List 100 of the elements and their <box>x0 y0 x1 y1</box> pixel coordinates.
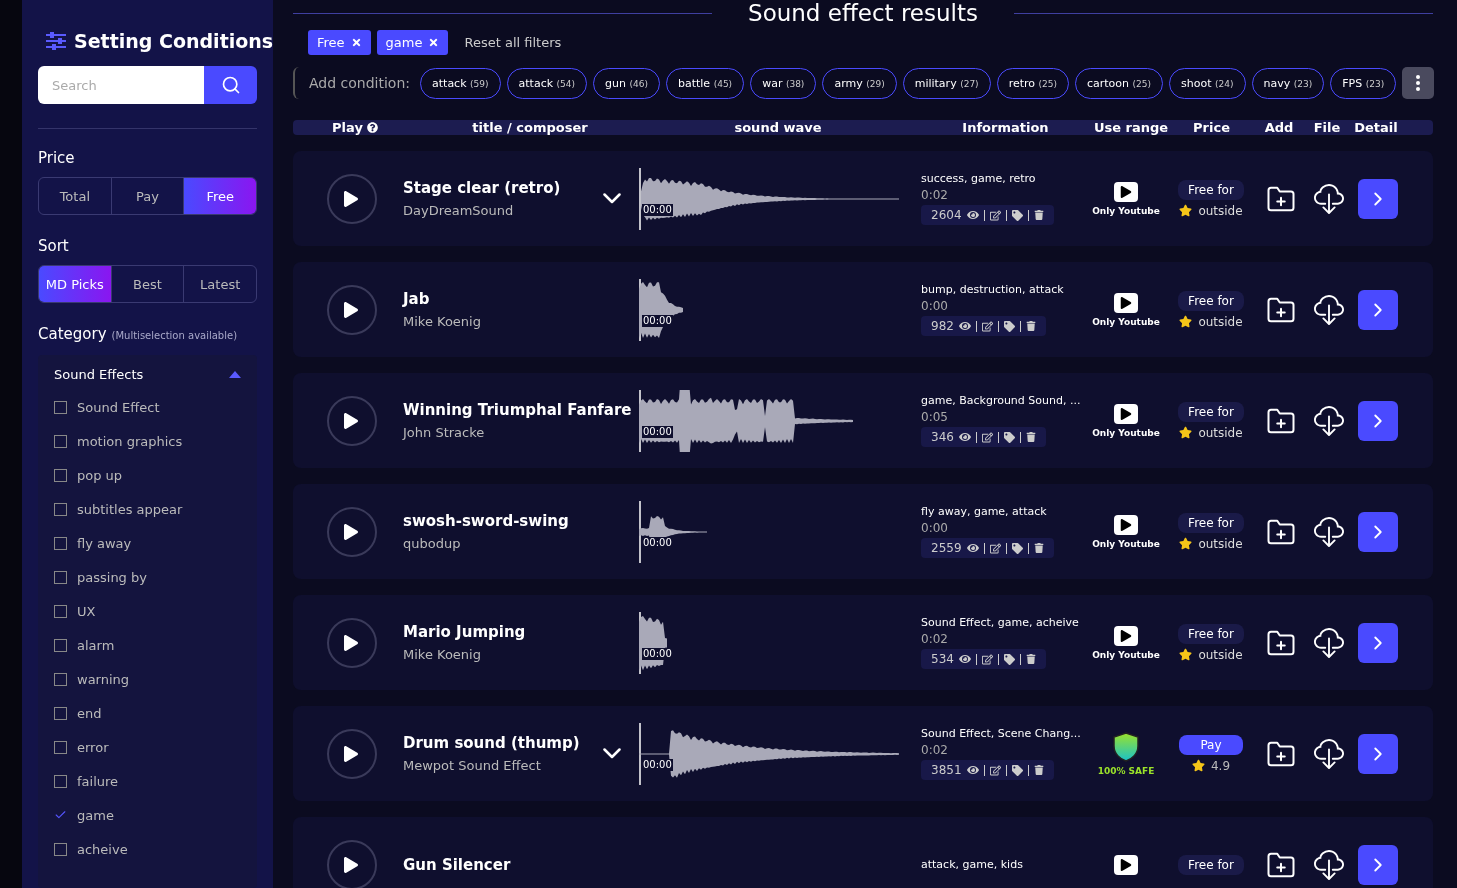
star-icon <box>1179 426 1193 439</box>
checkbox[interactable] <box>54 434 67 448</box>
play-icon <box>343 856 359 873</box>
tag-list: game, Background Sound, ... <box>921 394 1081 407</box>
play-icon <box>343 412 359 429</box>
detail-button[interactable] <box>1358 844 1398 885</box>
trash-icon[interactable] <box>1025 321 1036 331</box>
play-badge-icon <box>1114 292 1138 313</box>
price-tag: Free for <box>1178 401 1244 422</box>
tag-icon[interactable] <box>1011 764 1023 776</box>
edit-icon[interactable] <box>981 320 993 332</box>
tag-icon[interactable] <box>1003 653 1015 665</box>
checkbox[interactable] <box>54 638 67 652</box>
detail-button[interactable] <box>1358 511 1398 552</box>
close-icon[interactable] <box>428 37 440 48</box>
edit-icon[interactable] <box>989 209 1001 221</box>
edit-icon[interactable] <box>981 653 993 665</box>
view-count: 534 <box>931 652 954 666</box>
sound-title[interactable]: Jab <box>403 290 430 308</box>
edit-icon[interactable] <box>981 431 993 443</box>
checkbox[interactable] <box>54 774 67 788</box>
play-badge-icon <box>1114 625 1138 646</box>
play-badge-icon <box>1114 514 1138 535</box>
segment-button[interactable]: MD Picks <box>39 266 111 302</box>
checkbox[interactable] <box>54 468 67 482</box>
checkbox[interactable] <box>54 502 67 516</box>
use-range-label: Only Youtube <box>1092 316 1160 327</box>
category-label: Category <box>38 325 107 343</box>
category-group-header[interactable]: Sound Effects <box>54 363 241 390</box>
category-item: UX <box>77 603 96 619</box>
sound-title[interactable]: swosh-sword-swing <box>403 512 569 530</box>
condition-tag[interactable]: shoot (24) <box>1169 67 1246 99</box>
play-button[interactable] <box>327 506 377 557</box>
checkbox[interactable] <box>54 400 67 414</box>
cloud-download-icon <box>1314 627 1344 658</box>
checkbox[interactable] <box>54 706 67 720</box>
category-item: motion graphics <box>77 433 183 449</box>
duration: 0:00 <box>921 521 948 535</box>
play-button[interactable] <box>327 728 377 779</box>
trash-icon[interactable] <box>1033 210 1044 220</box>
composer-name: qubodup <box>403 536 462 551</box>
edit-icon[interactable] <box>989 764 1001 776</box>
detail-button[interactable] <box>1358 178 1398 219</box>
price-note: outside <box>1198 647 1243 662</box>
help-icon[interactable] <box>366 122 378 133</box>
chevron-down-button[interactable] <box>603 748 621 759</box>
play-button[interactable] <box>327 395 377 446</box>
play-button[interactable] <box>327 839 377 888</box>
play-button[interactable] <box>327 284 377 335</box>
cloud-download-icon <box>1314 849 1344 880</box>
checkbox[interactable] <box>54 570 67 584</box>
filter-chip[interactable]: Free <box>308 30 371 55</box>
checkbox[interactable] <box>54 842 67 856</box>
checkbox[interactable] <box>54 740 67 754</box>
play-button[interactable] <box>327 617 377 668</box>
segment-button[interactable]: Best <box>110 266 184 302</box>
trash-icon[interactable] <box>1025 654 1036 664</box>
trash-icon[interactable] <box>1033 543 1044 553</box>
tag-icon[interactable] <box>1003 431 1015 443</box>
play-button[interactable] <box>327 173 377 224</box>
view-count: 346 <box>931 430 954 444</box>
segment-button[interactable]: Total <box>39 178 111 214</box>
checkbox[interactable] <box>54 672 67 686</box>
sort-label: Sort <box>38 237 70 255</box>
detail-button[interactable] <box>1358 733 1398 774</box>
detail-button[interactable] <box>1358 289 1398 330</box>
chevron-down-button[interactable] <box>603 193 621 204</box>
composer-name: Mike Koenig <box>403 647 482 662</box>
sound-title[interactable]: Drum sound (thump) <box>403 734 580 752</box>
price-tag: Free for <box>1178 623 1244 644</box>
tag-icon[interactable] <box>1003 320 1015 332</box>
kebab-icon <box>1416 75 1421 91</box>
sound-title[interactable]: Gun Silencer <box>403 855 511 874</box>
segment-button[interactable]: Latest <box>183 266 256 302</box>
trash-icon[interactable] <box>1025 432 1036 442</box>
play-icon <box>343 190 359 207</box>
tag-icon[interactable] <box>1011 542 1023 554</box>
duration: 0:02 <box>921 743 948 757</box>
checkbox[interactable] <box>54 604 67 618</box>
segment-button[interactable]: Free <box>183 178 256 214</box>
sound-title[interactable]: Stage clear (retro) <box>403 179 561 197</box>
trash-icon[interactable] <box>1033 765 1044 775</box>
play-icon <box>343 634 359 651</box>
detail-button[interactable] <box>1358 400 1398 441</box>
tag-icon[interactable] <box>1011 209 1023 221</box>
detail-button[interactable] <box>1358 622 1398 663</box>
cloud-download-icon <box>1314 183 1344 214</box>
reset-filters-link[interactable]: Reset all filters <box>464 35 562 50</box>
close-icon[interactable] <box>350 37 362 48</box>
star-icon <box>1179 204 1193 217</box>
search-button[interactable] <box>204 66 257 104</box>
filter-chip[interactable]: game <box>376 30 449 55</box>
sound-title[interactable]: Winning Triumphal Fanfare <box>403 401 632 419</box>
composer-name: John Stracke <box>403 425 486 440</box>
checkbox[interactable] <box>54 536 67 550</box>
category-hint: (Multiselection available) <box>111 330 238 341</box>
sound-title[interactable]: Mario Jumping <box>403 623 526 641</box>
search-field[interactable]: Search <box>38 66 204 104</box>
more-button[interactable] <box>1402 67 1435 99</box>
edit-icon[interactable] <box>989 542 1001 554</box>
